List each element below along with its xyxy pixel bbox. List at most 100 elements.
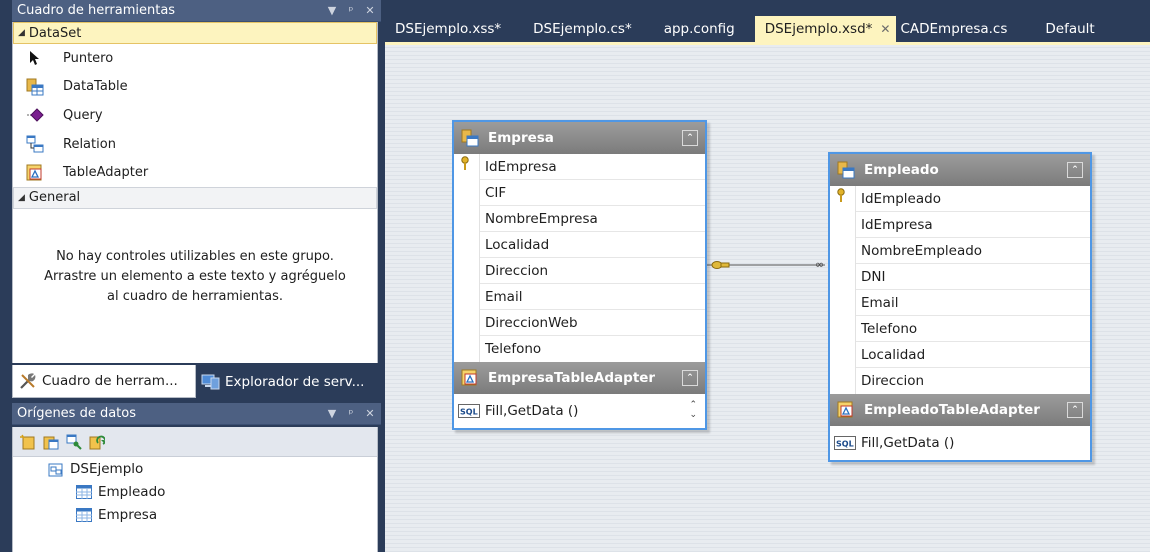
column-name: DNI xyxy=(861,268,886,285)
tab-dsejemplo-xsd[interactable]: DSEjemplo.xsd* ✕ xyxy=(754,16,897,42)
close-icon[interactable]: ✕ xyxy=(362,407,378,420)
column-row[interactable]: Direccion xyxy=(856,368,1090,394)
empleado-header[interactable]: Empleado ⌃ xyxy=(830,154,1090,186)
scroll-arrows-icon[interactable]: ⌃ ⌄ xyxy=(689,400,697,420)
refresh-datasource-icon[interactable] xyxy=(88,433,106,451)
edit-dataset-icon[interactable] xyxy=(42,433,60,451)
tab-label: CADEmpresa.cs xyxy=(900,21,1008,37)
left-tool-windows: Cuadro de herramientas ▼ ᵖ ✕ ◢ DataSet P… xyxy=(0,0,381,552)
pin-icon[interactable]: ᵖ xyxy=(343,407,359,420)
column-gutter xyxy=(830,186,856,394)
column-row[interactable]: CIF xyxy=(480,180,705,206)
column-row[interactable]: NombreEmpleado xyxy=(856,238,1090,264)
empresa-columns: IdEmpresa CIF NombreEmpresa Localidad Di… xyxy=(454,154,705,362)
tab-default[interactable]: Default xyxy=(1017,16,1104,42)
tab-toolbox[interactable]: Cuadro de herram... xyxy=(12,365,196,398)
tree-label: DSEjemplo xyxy=(70,460,144,477)
column-row[interactable]: Email xyxy=(480,284,705,310)
empty-message-line: al cuadro de herramientas. xyxy=(107,288,283,304)
toolbox-item-relation[interactable]: Relation xyxy=(13,130,377,159)
tab-dsejemplo-cs[interactable]: DSEjemplo.cs* xyxy=(511,16,642,42)
document-tab-strip: DSEjemplo.xss* DSEjemplo.cs* app.config … xyxy=(385,16,1150,42)
empleado-query-method[interactable]: SQL Fill,GetData () xyxy=(830,426,1090,460)
column-row[interactable]: Localidad xyxy=(856,342,1090,368)
column-row[interactable]: NombreEmpresa xyxy=(480,206,705,232)
dataset-designer-surface[interactable]: ∞ Empresa ⌃ IdEmpresa CIF NombreEmpresa … xyxy=(385,42,1150,552)
empresa-datatable[interactable]: Empresa ⌃ IdEmpresa CIF NombreEmpresa Lo… xyxy=(452,120,707,430)
column-name: IdEmpleado xyxy=(861,190,941,207)
column-row[interactable]: Telefono xyxy=(856,316,1090,342)
close-tab-icon[interactable]: ✕ xyxy=(880,22,890,36)
column-row[interactable]: DireccionWeb xyxy=(480,310,705,336)
empty-message-line: Arrastre un elemento a este texto y agré… xyxy=(44,268,346,284)
toolbox-item-puntero[interactable]: Puntero xyxy=(13,44,377,73)
tab-server-explorer[interactable]: Explorador de serv... xyxy=(196,365,369,398)
column-name: Direccion xyxy=(861,373,925,389)
add-datasource-icon[interactable] xyxy=(19,433,37,451)
method-name: Fill,GetData () xyxy=(485,403,579,419)
expanded-triangle-icon: ◢ xyxy=(18,28,25,38)
svg-text:SQL: SQL xyxy=(460,408,478,417)
adapter-title: EmpleadoTableAdapter xyxy=(864,402,1040,418)
column-row[interactable]: Email xyxy=(856,290,1090,316)
column-name: Telefono xyxy=(485,341,542,357)
tree-item-empleado[interactable]: Empleado xyxy=(13,480,377,503)
svg-text:∞: ∞ xyxy=(815,258,824,271)
relation-icon xyxy=(25,135,45,153)
column-name: CIF xyxy=(485,184,507,201)
toolbox-group-dataset[interactable]: ◢ DataSet xyxy=(13,22,377,44)
pointer-icon xyxy=(25,49,45,67)
toolbox-title-bar[interactable]: Cuadro de herramientas ▼ ᵖ ✕ xyxy=(12,0,381,22)
configure-dataset-icon[interactable] xyxy=(65,433,83,451)
column-name: NombreEmpleado xyxy=(861,242,983,259)
dropdown-arrow-icon[interactable]: ▼ xyxy=(324,4,340,17)
tab-cadempresa-cs[interactable]: CADEmpresa.cs xyxy=(896,16,1017,42)
empleado-tableadapter-header[interactable]: EmpleadoTableAdapter ⌃ xyxy=(830,394,1090,426)
column-name: DireccionWeb xyxy=(485,314,578,331)
empresa-header[interactable]: Empresa ⌃ xyxy=(454,122,705,154)
toolbox-item-tableadapter[interactable]: TableAdapter xyxy=(13,158,377,187)
pin-icon[interactable]: ᵖ xyxy=(343,4,359,17)
tree-item-dsejemplo[interactable]: DSEjemplo xyxy=(13,457,377,480)
tableadapter-icon xyxy=(460,369,480,387)
column-name: IdEmpresa xyxy=(485,158,557,175)
column-row[interactable]: IdEmpleado xyxy=(837,186,1090,212)
empleado-datatable[interactable]: Empleado ⌃ IdEmpleado IdEmpresa NombreEm… xyxy=(828,152,1092,462)
collapse-icon[interactable]: ⌃ xyxy=(682,370,698,386)
collapse-icon[interactable]: ⌃ xyxy=(682,130,698,146)
item-label: Puntero xyxy=(63,50,114,66)
item-label: Query xyxy=(63,107,103,123)
column-row[interactable]: IdEmpresa xyxy=(461,154,705,180)
column-row[interactable]: DNI xyxy=(856,264,1090,290)
tab-label: DSEjemplo.cs* xyxy=(533,21,632,37)
item-label: Relation xyxy=(63,136,116,152)
collapse-icon[interactable]: ⌃ xyxy=(1067,402,1083,418)
dropdown-arrow-icon[interactable]: ▼ xyxy=(324,407,340,420)
sql-query-icon: SQL xyxy=(458,404,480,418)
item-label: DataTable xyxy=(63,79,128,95)
column-row[interactable]: Telefono xyxy=(480,336,705,362)
column-row[interactable]: Direccion xyxy=(480,258,705,284)
datasources-title-bar[interactable]: Orígenes de datos ▼ ᵖ ✕ xyxy=(12,403,381,425)
toolbox-group-general[interactable]: ◢ General xyxy=(13,186,377,209)
collapse-icon[interactable]: ⌃ xyxy=(1067,162,1083,178)
datatable-icon xyxy=(25,78,45,96)
tab-label: Default xyxy=(1045,21,1095,37)
relation-connector[interactable]: ∞ xyxy=(703,255,833,275)
empresa-query-method[interactable]: SQL Fill,GetData () ⌃ ⌄ xyxy=(454,394,705,428)
tab-app-config[interactable]: app.config xyxy=(642,16,745,42)
column-name: Email xyxy=(861,294,899,311)
column-row[interactable]: Localidad xyxy=(480,232,705,258)
primary-key-icon xyxy=(460,156,470,176)
tab-dsejemplo-xss[interactable]: DSEjemplo.xss* xyxy=(385,16,511,42)
toolbox-item-query[interactable]: Query xyxy=(13,101,377,130)
tableadapter-icon xyxy=(25,164,45,182)
close-icon[interactable]: ✕ xyxy=(362,4,378,17)
tree-item-empresa[interactable]: Empresa xyxy=(13,503,377,526)
column-row[interactable]: IdEmpresa xyxy=(856,212,1090,238)
table-icon xyxy=(75,484,93,500)
tab-label: app.config xyxy=(663,21,735,37)
empresa-tableadapter-header[interactable]: EmpresaTableAdapter ⌃ xyxy=(454,362,705,394)
toolbox-item-datatable[interactable]: DataTable xyxy=(13,73,377,102)
group-label: DataSet xyxy=(28,25,82,41)
